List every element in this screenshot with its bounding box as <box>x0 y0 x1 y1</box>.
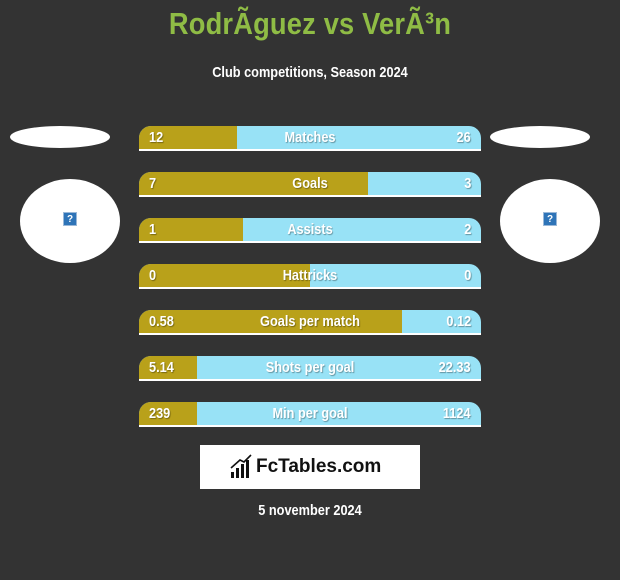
bar-chart-icon <box>230 454 252 478</box>
left-player-name-placeholder <box>10 126 110 148</box>
right-value: 2 <box>463 221 471 238</box>
stat-row: 1 Assists 2 <box>139 218 481 243</box>
right-player-avatar: ? <box>500 179 600 263</box>
right-player-name-placeholder <box>490 126 590 148</box>
stat-row: 5.14 Shots per goal 22.33 <box>139 356 481 381</box>
stat-row: 0 Hattricks 0 <box>139 264 481 289</box>
left-player-avatar: ? <box>20 179 120 263</box>
right-value: 0.12 <box>446 313 471 330</box>
left-value: 7 <box>149 175 157 192</box>
right-value: 26 <box>456 129 471 146</box>
competition-subtitle: Club competitions, Season 2024 <box>212 64 408 81</box>
left-value: 12 <box>149 129 164 146</box>
logo-text: FcTables.com <box>256 456 382 477</box>
stat-row: 239 Min per goal 1124 <box>139 402 481 427</box>
fctables-logo[interactable]: FcTables.com <box>200 445 420 489</box>
right-value: 22.33 <box>439 359 471 376</box>
stat-label: Assists <box>287 221 333 238</box>
broken-image-icon: ? <box>63 212 77 226</box>
stat-label: Shots per goal <box>265 359 355 376</box>
right-value: 3 <box>463 175 471 192</box>
page-title: RodrÃguez vs VerÃ³n <box>168 6 452 41</box>
right-value: 0 <box>463 267 471 284</box>
stat-label: Goals per match <box>260 313 360 330</box>
broken-image-icon: ? <box>543 212 557 226</box>
right-value: 1124 <box>443 405 471 422</box>
stat-label: Matches <box>284 129 336 146</box>
stat-label: Hattricks <box>282 267 338 284</box>
left-value: 1 <box>149 221 157 238</box>
stat-label: Goals <box>292 175 328 192</box>
stat-row: 12 Matches 26 <box>139 126 481 151</box>
stat-row: 7 Goals 3 <box>139 172 481 197</box>
stat-row: 0.58 Goals per match 0.12 <box>139 310 481 335</box>
stat-label: Min per goal <box>272 405 348 422</box>
date-label: 5 november 2024 <box>258 502 362 519</box>
left-value: 0 <box>149 267 157 284</box>
